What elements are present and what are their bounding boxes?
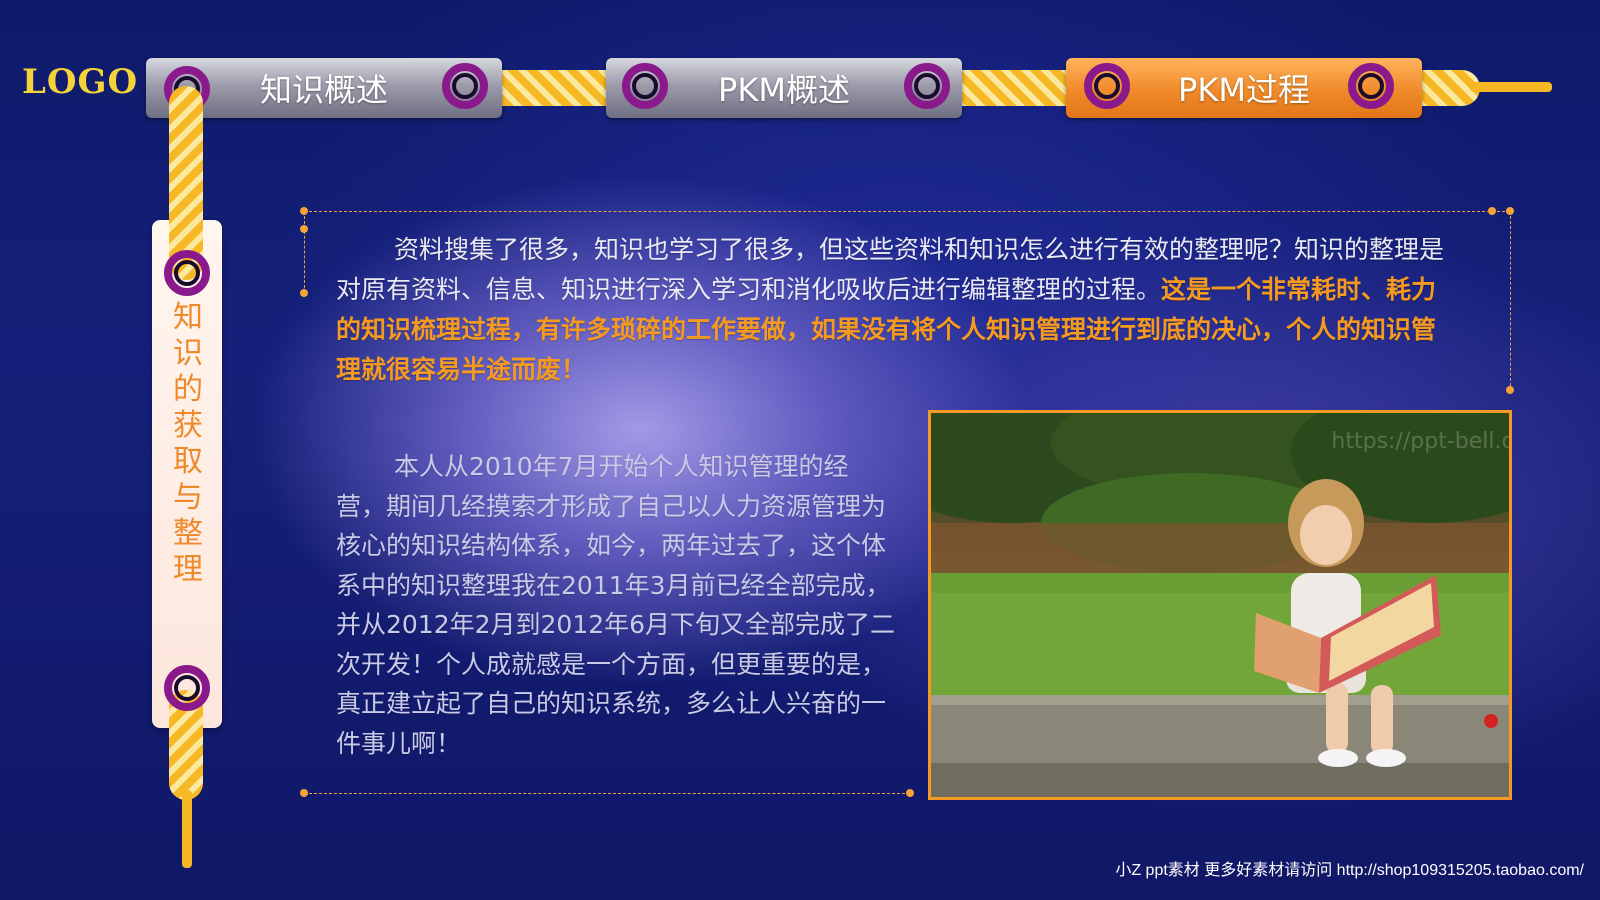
photo-watermark: https://ppt-bell.de xyxy=(1331,429,1512,454)
tab-label: PKM过程 xyxy=(1178,71,1310,109)
frame-line xyxy=(1510,211,1511,391)
frame-dot xyxy=(1488,207,1496,215)
ring-icon xyxy=(164,250,210,296)
experience-paragraph: 本人从2010年7月开始个人知识管理的经营，期间几经摸索才形成了自己以人力资源管… xyxy=(336,447,896,763)
frame-line xyxy=(304,211,305,293)
section-title-vertical: 知 识 的 获 取 与 整 理 xyxy=(166,300,210,588)
child-reading-photo: https://ppt-bell.de xyxy=(928,410,1512,800)
ring-icon xyxy=(442,63,488,109)
experience-text: 本人从2010年7月开始个人知识管理的经营，期间几经摸索才形成了自己以人力资源管… xyxy=(336,452,896,758)
intro-paragraph: 资料搜集了很多，知识也学习了很多，但这些资料和知识怎么进行有效的整理呢？知识的整… xyxy=(336,230,1446,390)
frame-line xyxy=(304,793,910,794)
frame-line xyxy=(304,211,1510,212)
logo: LOGO xyxy=(22,62,139,102)
frame-dot xyxy=(300,289,308,297)
frame-dot xyxy=(1506,386,1514,394)
ring-icon xyxy=(164,665,210,711)
rope-end-stick xyxy=(182,790,192,868)
rope-end-stick xyxy=(1470,82,1552,92)
tab-label: 知识概述 xyxy=(259,71,388,109)
section-title-text: 知 识 的 获 取 与 整 理 xyxy=(173,300,203,587)
frame-dot xyxy=(300,207,308,215)
ring-icon xyxy=(622,63,668,109)
ring-icon xyxy=(904,63,950,109)
frame-dot xyxy=(300,225,308,233)
ring-icon xyxy=(1348,63,1394,109)
footer-credit: 小Z ppt素材 更多好素材请访问 http://shop109315205.t… xyxy=(1115,862,1584,879)
frame-dot xyxy=(906,789,914,797)
photo-illustration xyxy=(931,413,1509,797)
frame-dot xyxy=(1506,207,1514,215)
frame-dot xyxy=(300,789,308,797)
tab-label: PKM概述 xyxy=(718,71,850,109)
ring-icon xyxy=(1084,63,1130,109)
